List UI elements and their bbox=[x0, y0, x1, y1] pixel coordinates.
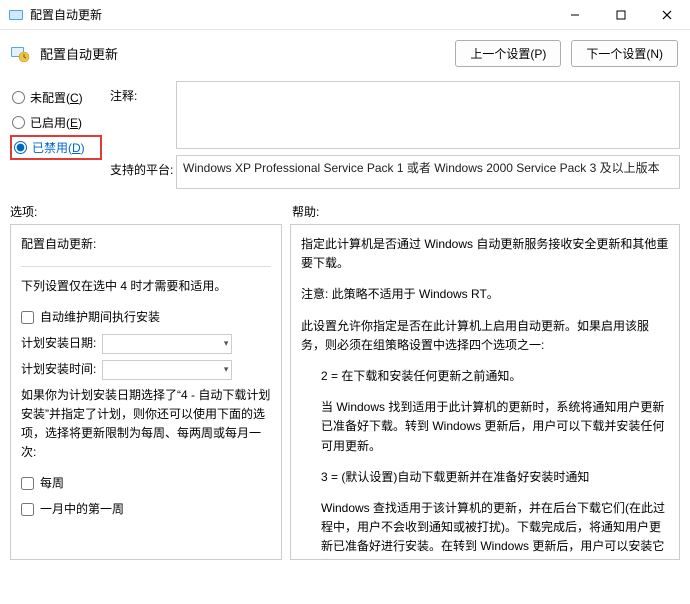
titlebar: 配置自动更新 bbox=[0, 0, 690, 30]
window-controls bbox=[552, 0, 690, 30]
help-pane[interactable]: 指定此计算机是否通过 Windows 自动更新服务接收安全更新和其他重要下载。 … bbox=[290, 224, 680, 560]
platform-label: 支持的平台: bbox=[110, 155, 176, 189]
chevron-down-icon: ▾ bbox=[224, 362, 229, 376]
radio-enabled[interactable]: 已启用(E) bbox=[10, 110, 102, 135]
radio-enabled-input[interactable] bbox=[12, 116, 25, 129]
radio-disabled-label: 已禁用(D) bbox=[32, 139, 85, 156]
install-date-row: 计划安装日期: ▾ bbox=[21, 334, 271, 354]
page-title: 配置自动更新 bbox=[40, 44, 445, 63]
section-labels: 选项: 帮助: bbox=[0, 195, 690, 224]
install-time-row: 计划安装时间: ▾ bbox=[21, 360, 271, 380]
help-section-label: 帮助: bbox=[282, 203, 680, 220]
previous-setting-button[interactable]: 上一个设置(P) bbox=[455, 40, 561, 67]
divider bbox=[21, 266, 271, 267]
weekly-checkbox-row[interactable]: 每周 bbox=[21, 474, 271, 493]
platform-value: Windows XP Professional Service Pack 1 或… bbox=[176, 155, 680, 189]
meta-column: 注释: 支持的平台: Windows XP Professional Servi… bbox=[102, 81, 680, 195]
install-time-label: 计划安装时间: bbox=[21, 360, 96, 379]
first-week-checkbox-row[interactable]: 一月中的第一周 bbox=[21, 500, 271, 519]
install-date-label: 计划安装日期: bbox=[21, 334, 96, 353]
options-heading: 配置自动更新: bbox=[21, 235, 271, 254]
radio-disabled[interactable]: 已禁用(D) bbox=[10, 135, 102, 160]
help-opt2: 2 = 在下载和安装任何更新之前通知。 bbox=[301, 367, 669, 386]
install-time-select[interactable]: ▾ bbox=[102, 360, 232, 380]
help-p3: 此设置允许你指定是否在此计算机上启用自动更新。如果启用该服务，则必须在组策略设置… bbox=[301, 317, 669, 355]
policy-icon bbox=[10, 44, 30, 64]
maintenance-checkbox-label: 自动维护期间执行安装 bbox=[40, 308, 160, 327]
weekly-checkbox[interactable] bbox=[21, 477, 34, 490]
window-title: 配置自动更新 bbox=[30, 6, 552, 23]
header: 配置自动更新 上一个设置(P) 下一个设置(N) bbox=[0, 30, 690, 75]
comment-label: 注释: bbox=[110, 81, 176, 149]
help-p1: 指定此计算机是否通过 Windows 自动更新服务接收安全更新和其他重要下载。 bbox=[301, 235, 669, 273]
maintenance-checkbox-row[interactable]: 自动维护期间执行安装 bbox=[21, 308, 271, 327]
schedule-note: 如果你为计划安装日期选择了“4 - 自动下载计划安装”并指定了计划，则你还可以使… bbox=[21, 386, 271, 463]
platform-row: 支持的平台: Windows XP Professional Service P… bbox=[110, 155, 680, 189]
radio-enabled-label: 已启用(E) bbox=[30, 114, 82, 131]
maximize-button[interactable] bbox=[598, 0, 644, 30]
comment-input[interactable] bbox=[176, 81, 680, 149]
radio-not-configured[interactable]: 未配置(C) bbox=[10, 85, 102, 110]
first-week-checkbox-label: 一月中的第一周 bbox=[40, 500, 124, 519]
config-top: 未配置(C) 已启用(E) 已禁用(D) 注释: 支持的平台: Windows … bbox=[0, 75, 690, 195]
comment-row: 注释: bbox=[110, 81, 680, 149]
app-icon bbox=[8, 7, 24, 23]
chevron-down-icon: ▾ bbox=[224, 336, 229, 350]
panes: 配置自动更新: 下列设置仅在选中 4 时才需要和适用。 自动维护期间执行安装 计… bbox=[0, 224, 690, 568]
state-radios: 未配置(C) 已启用(E) 已禁用(D) bbox=[10, 81, 102, 195]
weekly-checkbox-label: 每周 bbox=[40, 474, 64, 493]
minimize-button[interactable] bbox=[552, 0, 598, 30]
help-p4: 当 Windows 找到适用于此计算机的更新时，系统将通知用户更新已准备好下载。… bbox=[301, 398, 669, 456]
next-setting-button[interactable]: 下一个设置(N) bbox=[571, 40, 678, 67]
options-note: 下列设置仅在选中 4 时才需要和适用。 bbox=[21, 277, 271, 296]
help-p2: 注意: 此策略不适用于 Windows RT。 bbox=[301, 285, 669, 304]
radio-disabled-input[interactable] bbox=[14, 141, 27, 154]
install-date-select[interactable]: ▾ bbox=[102, 334, 232, 354]
options-pane[interactable]: 配置自动更新: 下列设置仅在选中 4 时才需要和适用。 自动维护期间执行安装 计… bbox=[10, 224, 282, 560]
close-button[interactable] bbox=[644, 0, 690, 30]
radio-not-configured-label: 未配置(C) bbox=[30, 89, 83, 106]
options-section-label: 选项: bbox=[10, 203, 282, 220]
radio-not-configured-input[interactable] bbox=[12, 91, 25, 104]
help-opt3: 3 = (默认设置)自动下载更新并在准备好安装时通知 bbox=[301, 468, 669, 487]
first-week-checkbox[interactable] bbox=[21, 503, 34, 516]
help-p5: Windows 查找适用于该计算机的更新，并在后台下载它们(在此过程中，用户不会… bbox=[301, 499, 669, 560]
maintenance-checkbox[interactable] bbox=[21, 311, 34, 324]
